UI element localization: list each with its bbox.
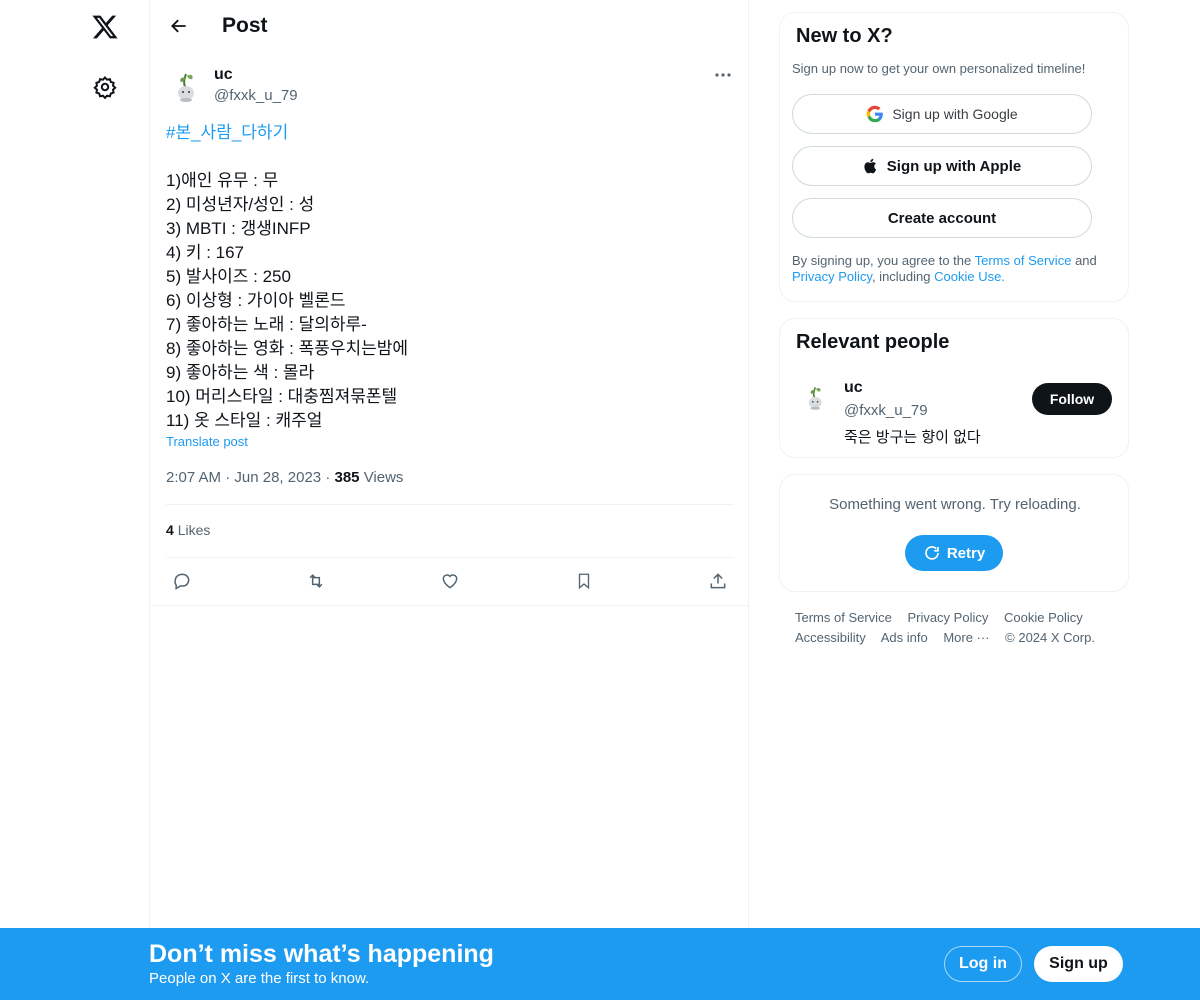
post-line: 2) 미성년자/성인 : 성: [166, 195, 315, 214]
post-line: 8) 좋아하는 영화 : 폭풍우치는밤에: [166, 339, 409, 358]
refresh-icon: [925, 546, 939, 560]
avatar[interactable]: [167, 66, 207, 106]
signup-google-button[interactable]: Sign up with Google: [792, 94, 1092, 134]
post-line: 7) 좋아하는 노래 : 달의하루-: [166, 315, 367, 334]
cookie-link[interactable]: Cookie Use.: [934, 269, 1005, 284]
person-bio: 죽은 방구는 향이 없다: [844, 429, 981, 446]
login-button[interactable]: Log in: [944, 946, 1022, 982]
person-handle[interactable]: @fxxk_u_79: [844, 402, 928, 419]
left-nav: [0, 0, 150, 1000]
footer-privacy-link[interactable]: Privacy Policy: [907, 610, 988, 625]
footer-terms-link[interactable]: Terms of Service: [795, 610, 892, 625]
like-icon[interactable]: [434, 565, 466, 597]
error-message: Something went wrong. Try reloading.: [829, 496, 1081, 513]
divider: [166, 504, 734, 505]
signup-card: New to X? Sign up now to get your own pe…: [779, 12, 1129, 302]
likes-label: Likes: [177, 522, 211, 538]
signup-apple-button[interactable]: Sign up with Apple: [792, 146, 1092, 186]
post-meta: 2:07 AM · Jun 28, 2023 · 385 Views: [166, 469, 403, 486]
author-name[interactable]: uc: [214, 66, 233, 84]
likes-stat[interactable]: 4 Likes: [166, 522, 210, 538]
page-title: Post: [222, 14, 268, 37]
divider: [166, 557, 734, 558]
post-text: #본_사람_다하기 1)애인 유무 : 무 2) 미성년자/성인 : 성 3) …: [166, 121, 736, 433]
footer-cookie-link[interactable]: Cookie Policy: [1004, 610, 1083, 625]
post-line: 9) 좋아하는 색 : 몰라: [166, 363, 315, 382]
google-icon: [867, 105, 884, 123]
author-handle[interactable]: @fxxk_u_79: [214, 87, 298, 104]
follow-button[interactable]: Follow: [1032, 383, 1112, 415]
legal-prefix: By signing up, you agree to the: [792, 253, 972, 268]
bottom-bar-title: Don’t miss what’s happening: [149, 940, 494, 968]
post-line: 10) 머리스타일 : 대충찜져묶폰텔: [166, 387, 398, 406]
back-arrow-icon[interactable]: [162, 9, 196, 43]
relevant-people-title: Relevant people: [796, 331, 950, 353]
divider: [150, 605, 750, 606]
hashtag-link[interactable]: #본_사람_다하기: [166, 121, 736, 145]
avatar[interactable]: [800, 381, 832, 413]
apple-icon: [864, 158, 876, 174]
views-label: Views: [363, 469, 404, 486]
footer-accessibility-link[interactable]: Accessibility: [795, 630, 866, 645]
legal-including: , including: [871, 269, 931, 284]
signup-button[interactable]: Sign up: [1034, 946, 1123, 982]
signup-legal-text: By signing up, you agree to the Terms of…: [792, 253, 1112, 285]
create-account-label: Create account: [887, 209, 997, 227]
terms-link[interactable]: Terms of Service: [975, 253, 1072, 268]
post-line: 6) 이상형 : 가이아 벨론드: [166, 291, 346, 310]
footer-links: Terms of Service Privacy Policy Cookie P…: [795, 608, 1115, 648]
post-date[interactable]: Jun 28, 2023: [234, 469, 321, 486]
post-time[interactable]: 2:07 AM: [166, 469, 221, 486]
post-line: 5) 발사이즈 : 250: [166, 267, 291, 286]
create-account-button[interactable]: Create account: [792, 198, 1092, 238]
post-line: 1)애인 유무 : 무: [166, 171, 279, 190]
legal-and: and: [1075, 253, 1097, 268]
retry-label: Retry: [946, 544, 986, 562]
post-actions: [150, 565, 750, 597]
retry-button[interactable]: Retry: [905, 535, 1003, 571]
signup-card-title: New to X?: [796, 25, 893, 47]
header: Post: [150, 0, 750, 53]
person-name[interactable]: uc: [844, 379, 863, 397]
x-logo-icon[interactable]: [86, 8, 124, 46]
reply-icon[interactable]: [166, 565, 198, 597]
error-card: Something went wrong. Try reloading. Ret…: [779, 474, 1129, 592]
bottom-signup-bar: Don’t miss what’s happening People on X …: [0, 928, 1200, 1000]
post-line: 4) 키 : 167: [166, 243, 245, 262]
views-count: 385: [334, 469, 360, 486]
main-column: Post uc @fxxk_u_79 #본_사람_다하기 1)애인 유무 : 무…: [149, 0, 750, 1000]
signup-apple-label: Sign up with Apple: [886, 157, 1022, 175]
post-line: 11) 옷 스타일 : 캐주얼: [166, 411, 323, 430]
footer-more-link[interactable]: More ···: [943, 630, 989, 645]
repost-icon[interactable]: [300, 565, 332, 597]
signup-card-subtitle: Sign up now to get your own personalized…: [792, 61, 1086, 76]
share-icon[interactable]: [702, 565, 734, 597]
separator: ·: [225, 469, 235, 486]
signup-google-label: Sign up with Google: [892, 106, 1018, 122]
bottom-bar-subtitle: People on X are the first to know.: [149, 970, 370, 987]
footer-ads-link[interactable]: Ads info: [881, 630, 928, 645]
translate-post-link[interactable]: Translate post: [166, 434, 248, 449]
privacy-link[interactable]: Privacy Policy: [792, 269, 872, 284]
relevant-people-card: Relevant people uc @fxxk_u_79 죽은 방구는 향이 …: [779, 318, 1129, 458]
post-line: 3) MBTI : 갱생INFP: [166, 219, 311, 238]
gear-icon[interactable]: [87, 69, 123, 105]
likes-count: 4: [166, 522, 174, 538]
more-options-icon[interactable]: [710, 66, 736, 84]
footer-copyright: © 2024 X Corp.: [1005, 630, 1095, 645]
bookmark-icon[interactable]: [568, 565, 600, 597]
